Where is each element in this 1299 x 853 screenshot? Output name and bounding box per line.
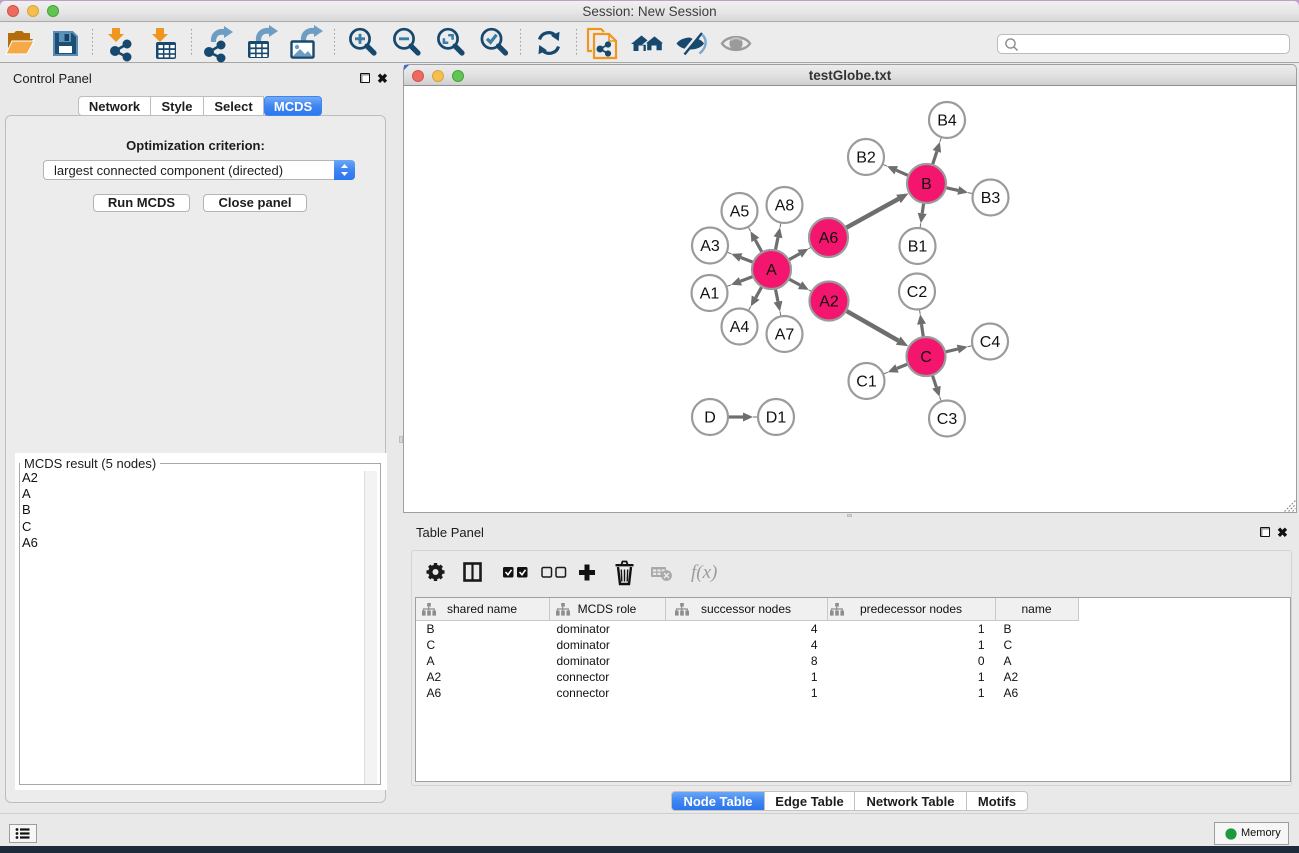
svg-text:C2: C2 xyxy=(907,284,928,301)
svg-text:A6: A6 xyxy=(819,230,839,247)
svg-text:B: B xyxy=(921,176,932,193)
svg-text:C4: C4 xyxy=(980,334,1001,351)
svg-text:A8: A8 xyxy=(775,198,795,215)
svg-text:f(x): f(x) xyxy=(691,562,717,583)
svg-text:A4: A4 xyxy=(730,319,750,336)
svg-text:B1: B1 xyxy=(908,239,928,256)
svg-text:A2: A2 xyxy=(819,294,839,311)
svg-text:D1: D1 xyxy=(766,410,787,427)
svg-text:C1: C1 xyxy=(856,374,877,391)
svg-text:C3: C3 xyxy=(937,411,958,428)
svg-text:C: C xyxy=(920,349,932,366)
svg-text:B2: B2 xyxy=(856,150,876,167)
svg-text:D: D xyxy=(704,410,716,427)
svg-text:B3: B3 xyxy=(981,190,1001,207)
svg-text:A: A xyxy=(766,262,777,279)
svg-text:A1: A1 xyxy=(700,286,720,303)
svg-text:A5: A5 xyxy=(730,204,750,221)
svg-text:A7: A7 xyxy=(775,327,795,344)
svg-text:A3: A3 xyxy=(700,238,720,255)
svg-text:B4: B4 xyxy=(937,113,957,130)
